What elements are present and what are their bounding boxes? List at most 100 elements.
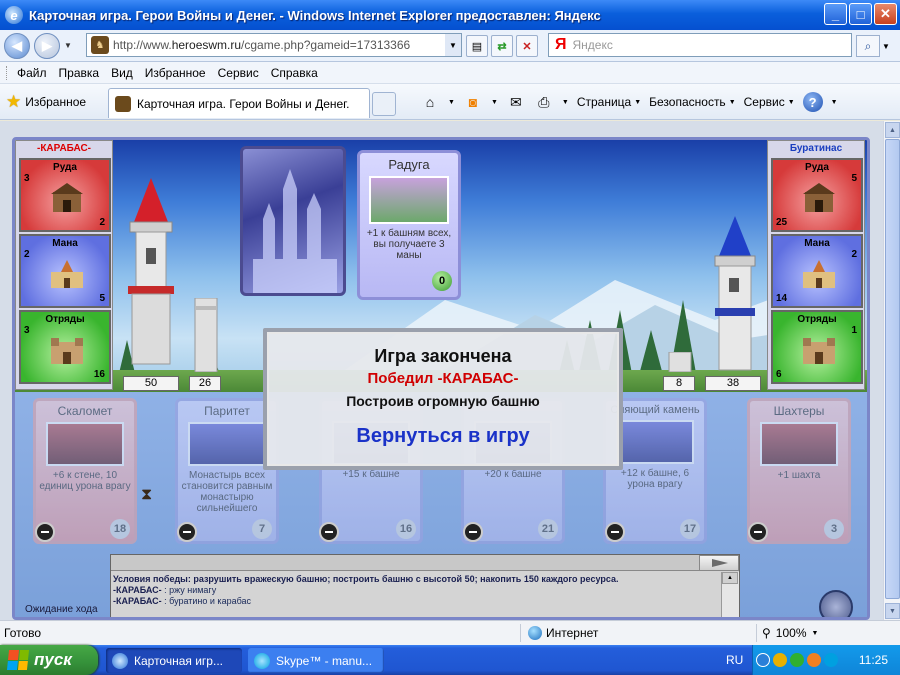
discard-button[interactable] (35, 522, 55, 542)
return-to-game-link[interactable]: Вернуться в игру (267, 425, 619, 448)
chat-scrollbar[interactable]: ▲ (721, 572, 739, 617)
refresh-button[interactable]: ⇄ (491, 35, 513, 57)
back-button[interactable]: ◀ (4, 32, 30, 59)
chat-send-button[interactable] (699, 555, 739, 571)
taskbar-item-skype[interactable]: Skype™ - manu... (248, 648, 384, 673)
discard-button[interactable] (319, 522, 339, 542)
menu-favorites[interactable]: Избранное (145, 66, 206, 80)
settings-gear-icon[interactable] (819, 590, 853, 617)
stop-button[interactable]: ✕ (516, 35, 538, 57)
resource-label: Отряды (45, 314, 85, 325)
card-description: +1 шахта (777, 470, 821, 481)
menu-edit[interactable]: Правка (59, 66, 100, 80)
scroll-thumb[interactable] (885, 139, 900, 599)
game-board: -КАРАБАС- Руда 3 2 Мана 2 5 Отряды 3 16 (12, 137, 870, 620)
help-dropdown-icon[interactable]: ▼ (831, 99, 838, 106)
rss-feed-icon[interactable]: ◙ (463, 92, 483, 112)
card-cost: 17 (680, 519, 700, 539)
security-menu[interactable]: Безопасность ▼ (649, 95, 735, 109)
dialog-title: Игра закончена (374, 346, 512, 366)
home-dropdown-icon[interactable]: ▼ (448, 99, 455, 106)
antivirus-icon[interactable] (807, 653, 821, 667)
help-icon[interactable]: ? (802, 92, 823, 112)
right-tower (714, 216, 756, 371)
status-text: Готово (4, 626, 42, 640)
compatibility-view-icon[interactable]: ▤ (466, 35, 488, 57)
chat-line: -КАРАБАС- : буратино и карабас (113, 596, 719, 607)
resource-label: Отряды (797, 314, 837, 325)
minimize-button[interactable]: _ (824, 3, 847, 25)
maximize-button[interactable]: □ (849, 3, 872, 25)
skype-tray-icon[interactable] (824, 653, 838, 667)
card-deck[interactable] (240, 146, 346, 296)
discard-button[interactable] (605, 522, 625, 542)
favorites-button[interactable]: ★ Избранное (6, 92, 86, 112)
close-button[interactable]: ✕ (874, 3, 897, 25)
address-dropdown-icon[interactable]: ▼ (445, 34, 461, 56)
card-description: Монастырь всех становится равным монасты… (181, 470, 273, 514)
favorites-star-icon: ★ (6, 91, 22, 111)
scroll-up-icon[interactable]: ▲ (885, 122, 900, 138)
card-name: Радуга (388, 157, 430, 172)
card-image (188, 422, 266, 466)
rss-dropdown-icon[interactable]: ▼ (491, 99, 498, 106)
card-name: Паритет (204, 404, 250, 418)
menu-view[interactable]: Вид (111, 66, 133, 80)
zoom-control[interactable]: ⚲ 100% ▼ (762, 626, 818, 640)
search-input[interactable]: Я Яндекс (548, 33, 852, 57)
tab-card-game[interactable]: Карточная игра. Герои Войны и Денег. (108, 88, 370, 118)
tray-arrow-icon[interactable] (756, 653, 770, 667)
home-icon[interactable]: ⌂ (420, 92, 440, 112)
search-options-dropdown-icon[interactable]: ▼ (882, 42, 890, 51)
chat-input[interactable] (111, 555, 739, 571)
language-indicator[interactable]: RU (726, 653, 743, 667)
resource-label: Руда (805, 162, 829, 173)
resource-amount: 6 (776, 369, 782, 380)
security-shield-icon[interactable] (773, 653, 787, 667)
system-tray: 11:25 (752, 645, 900, 675)
discard-button[interactable] (177, 522, 197, 542)
site-favicon-icon (115, 95, 131, 112)
menu-bar: Файл Правка Вид Избранное Сервис Справка (0, 62, 900, 84)
tools-menu[interactable]: Сервис ▼ (744, 95, 795, 109)
search-icon[interactable]: ⌕ (856, 35, 880, 57)
card-description: +12 к башне, 6 урона врагу (620, 468, 690, 490)
resource-income: 3 (24, 173, 30, 184)
zoom-magnifier-icon: ⚲ (762, 626, 771, 640)
toolbar-grip[interactable] (6, 65, 9, 80)
new-tab-button[interactable] (372, 92, 396, 116)
history-dropdown-icon[interactable]: ▼ (64, 41, 72, 50)
zoom-dropdown-icon[interactable]: ▼ (812, 630, 819, 637)
left-player-name: -КАРАБАС- (37, 143, 91, 154)
card-name: Скаломет (57, 404, 113, 418)
scroll-up-icon[interactable]: ▲ (722, 572, 738, 584)
start-button[interactable]: пуск (0, 645, 98, 675)
barracks-icon (803, 338, 835, 364)
security-zone[interactable]: Интернет (528, 626, 598, 640)
hand-card[interactable]: Шахтеры +1 шахта 3 (747, 398, 851, 544)
menu-file[interactable]: Файл (17, 66, 47, 80)
mail-icon[interactable]: ✉ (506, 92, 526, 112)
card-cost: 7 (252, 519, 272, 539)
page-menu-label: Страница (576, 95, 632, 109)
chat-message: : буратино и карабас (161, 596, 252, 606)
address-input[interactable]: ♞ http://www.heroeswm.ru/cgame.php?gamei… (86, 33, 462, 57)
menu-help[interactable]: Справка (271, 66, 318, 80)
page-scrollbar[interactable]: ▲ ▼ (883, 121, 900, 620)
resource-amount: 25 (776, 217, 788, 228)
windows-taskbar: пуск Карточная игр... Skype™ - manu... R… (0, 645, 900, 675)
url-domain: heroeswm.ru (171, 38, 242, 52)
discard-button[interactable] (748, 522, 768, 542)
status-divider (520, 624, 521, 642)
scroll-down-icon[interactable]: ▼ (885, 603, 900, 619)
discard-button[interactable] (463, 522, 483, 542)
menu-tools[interactable]: Сервис (218, 66, 259, 80)
print-icon[interactable]: ⎙ (534, 92, 554, 112)
page-menu[interactable]: Страница ▼ (577, 95, 641, 109)
print-dropdown-icon[interactable]: ▼ (562, 99, 569, 106)
page-content: -КАРАБАС- Руда 3 2 Мана 2 5 Отряды 3 16 (0, 121, 883, 620)
network-icon[interactable] (790, 653, 804, 667)
left-wall (194, 298, 218, 372)
forward-button[interactable]: ▶ (34, 32, 60, 59)
taskbar-item-ie[interactable]: Карточная игр... (106, 648, 242, 673)
